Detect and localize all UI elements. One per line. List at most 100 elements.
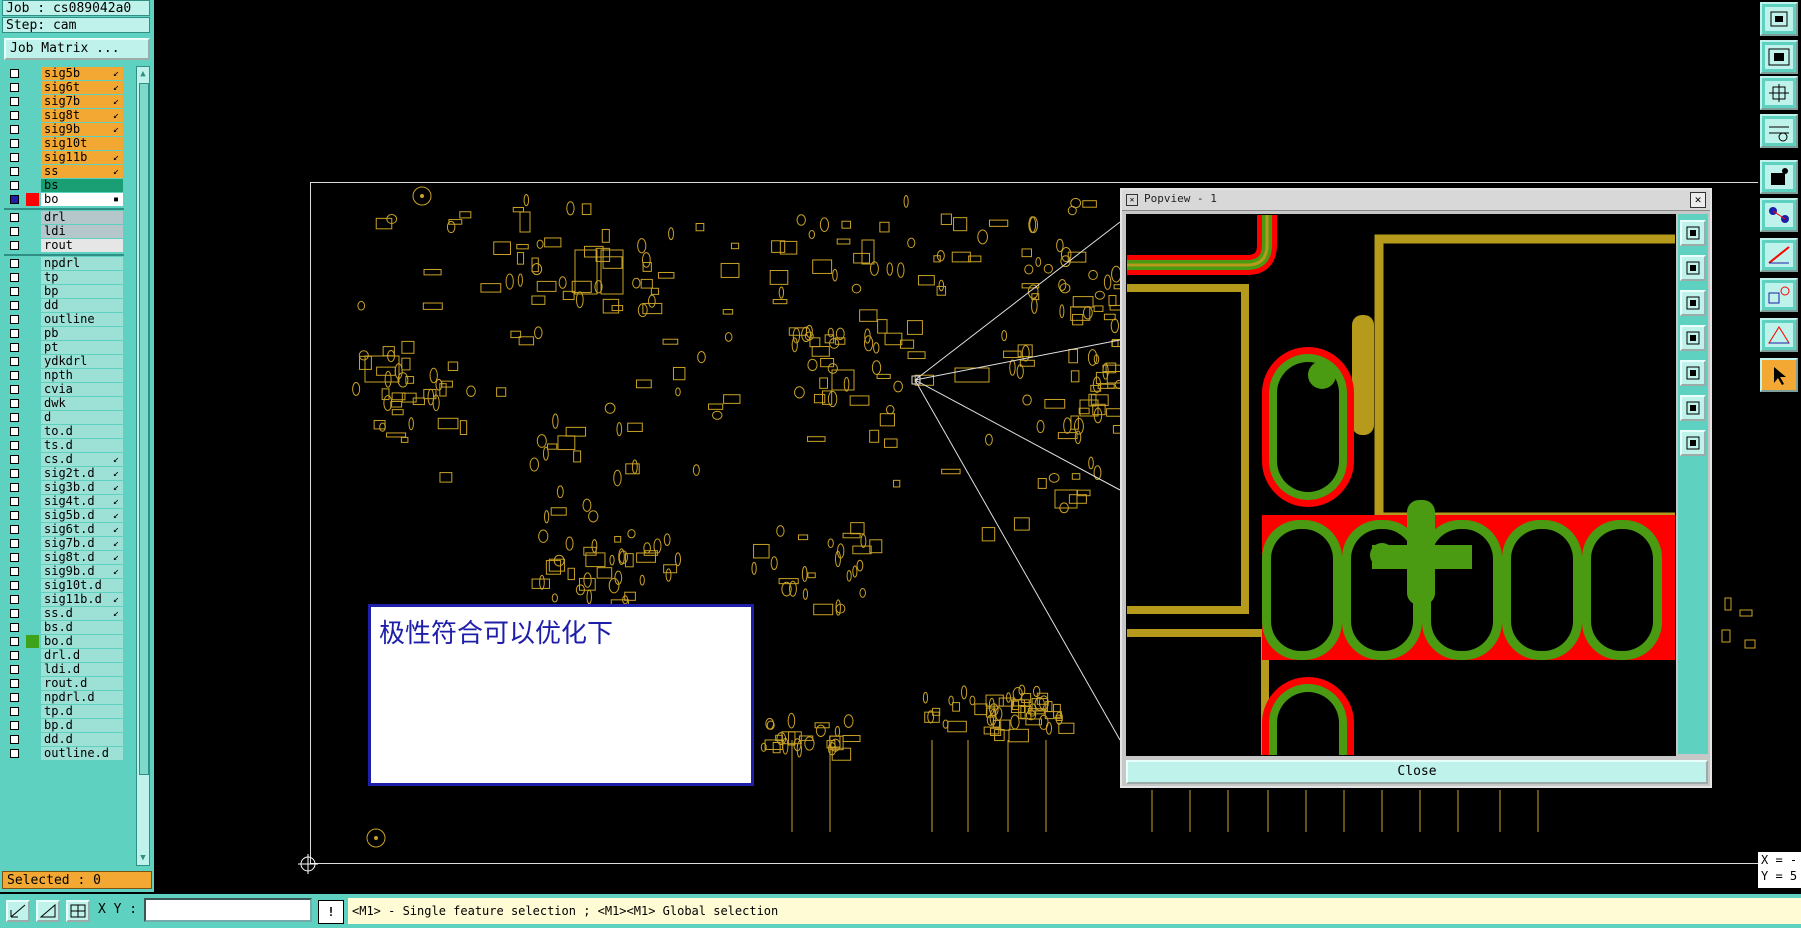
popview-canvas[interactable] [1126,214,1676,756]
component-outline [573,450,582,463]
component-outline [850,522,865,535]
component-outline [879,413,895,427]
component-outline [386,432,407,438]
pad-outline [1001,330,1008,342]
component-outline [596,567,613,579]
pad-outline [534,326,543,340]
pad-outline [632,277,641,289]
component-outline [518,336,535,346]
window-icon[interactable] [1760,2,1798,36]
component-outline [989,219,1009,227]
status-message: <M1> - Single feature selection ; <M1><M… [348,898,1801,924]
component-outline [820,358,835,368]
pad-outline [1010,714,1020,730]
component-outline [614,535,622,543]
pan-right-icon[interactable] [1680,360,1706,386]
angle-icon[interactable] [36,900,60,922]
pad-outline [808,229,816,239]
oval-pad-hole [1271,529,1333,651]
warning-icon[interactable]: ! [318,900,344,924]
xy-input[interactable] [144,898,312,922]
component-outline [981,527,996,542]
component-outline [512,207,525,213]
component-outline [940,213,952,225]
component-outline [1108,295,1117,307]
component-outline [899,339,915,349]
pad-outline [1087,349,1098,366]
grid-icon[interactable] [66,900,90,922]
pointer-icon[interactable] [1760,358,1798,392]
pad-outline [582,498,592,512]
component-outline [1072,313,1084,326]
pad-outline [517,273,523,287]
origin-marker-icon [298,854,318,874]
cursor-y: Y = 5 [1761,869,1798,883]
pad-outline [536,239,544,249]
pad-outline [586,589,592,605]
pad-outline [961,685,968,700]
pad-outline [815,724,826,737]
zoom-extents-icon[interactable] [1680,395,1706,421]
pad-outline [969,695,976,706]
component-outline [1744,639,1756,649]
cursor-coordinates: X = - Y = 5 [1758,852,1801,888]
network-icon[interactable] [1760,198,1798,232]
zoom-fit-icon[interactable] [1680,220,1706,246]
component-outline [516,252,525,265]
component-outline [1045,701,1053,713]
pad-outline [566,201,575,216]
component-outline [1072,296,1094,308]
component-outline [567,567,575,581]
pan-up-icon[interactable] [1680,255,1706,281]
pad-outline [604,402,616,414]
pad-outline [846,569,852,582]
settings-icon[interactable] [1760,114,1798,148]
pad-outline [1038,714,1049,730]
component-outline [423,268,442,276]
component-outline [390,400,403,408]
component-body [954,367,990,383]
component-outline [531,578,550,589]
component-outline [877,319,888,334]
pad-outline [1022,394,1032,406]
component-outline [547,443,558,450]
pad-outline [832,268,838,282]
zoom-home-icon[interactable] [1680,430,1706,456]
pan-left-icon[interactable] [1680,325,1706,351]
snap-icon[interactable] [1760,160,1798,194]
line-tool-icon[interactable] [1760,238,1798,272]
pad-outline [897,262,905,278]
component-outline [391,409,404,416]
pad-outline [1094,290,1105,300]
pad-outline [591,539,598,553]
component-body [519,211,531,233]
close-icon[interactable]: ✕ [1690,192,1706,208]
component-outline [545,560,562,575]
triangle-tool-icon[interactable] [1760,318,1798,352]
component-outline [602,256,623,269]
component-outline [813,603,834,616]
pan-down-icon[interactable] [1680,290,1706,316]
pad-outline [851,283,862,294]
fit-screen-icon[interactable] [1760,76,1798,110]
cursor-x: X = - [1761,853,1798,867]
pad-outline [1035,257,1042,267]
right-toolbar [1758,0,1801,892]
window-menu-icon[interactable]: ✕ [1126,194,1138,206]
pad-outline [860,534,867,548]
pad-outline [885,404,895,415]
layer-select-icon[interactable] [1760,278,1798,312]
popview-titlebar[interactable]: ✕ Popview - 1 ✕ [1122,190,1710,211]
component-outline [459,211,472,219]
component-outline [447,361,459,371]
zoom-window-icon[interactable] [1760,40,1798,74]
component-outline [771,240,786,253]
component-outline [581,203,592,215]
component-outline [448,219,463,225]
component-outline [544,237,562,248]
component-outline [439,472,453,483]
measure-icon[interactable] [6,900,30,922]
popview-close-button[interactable]: Close [1126,760,1708,784]
pad-outline [429,367,438,384]
pad-outline [834,726,841,737]
